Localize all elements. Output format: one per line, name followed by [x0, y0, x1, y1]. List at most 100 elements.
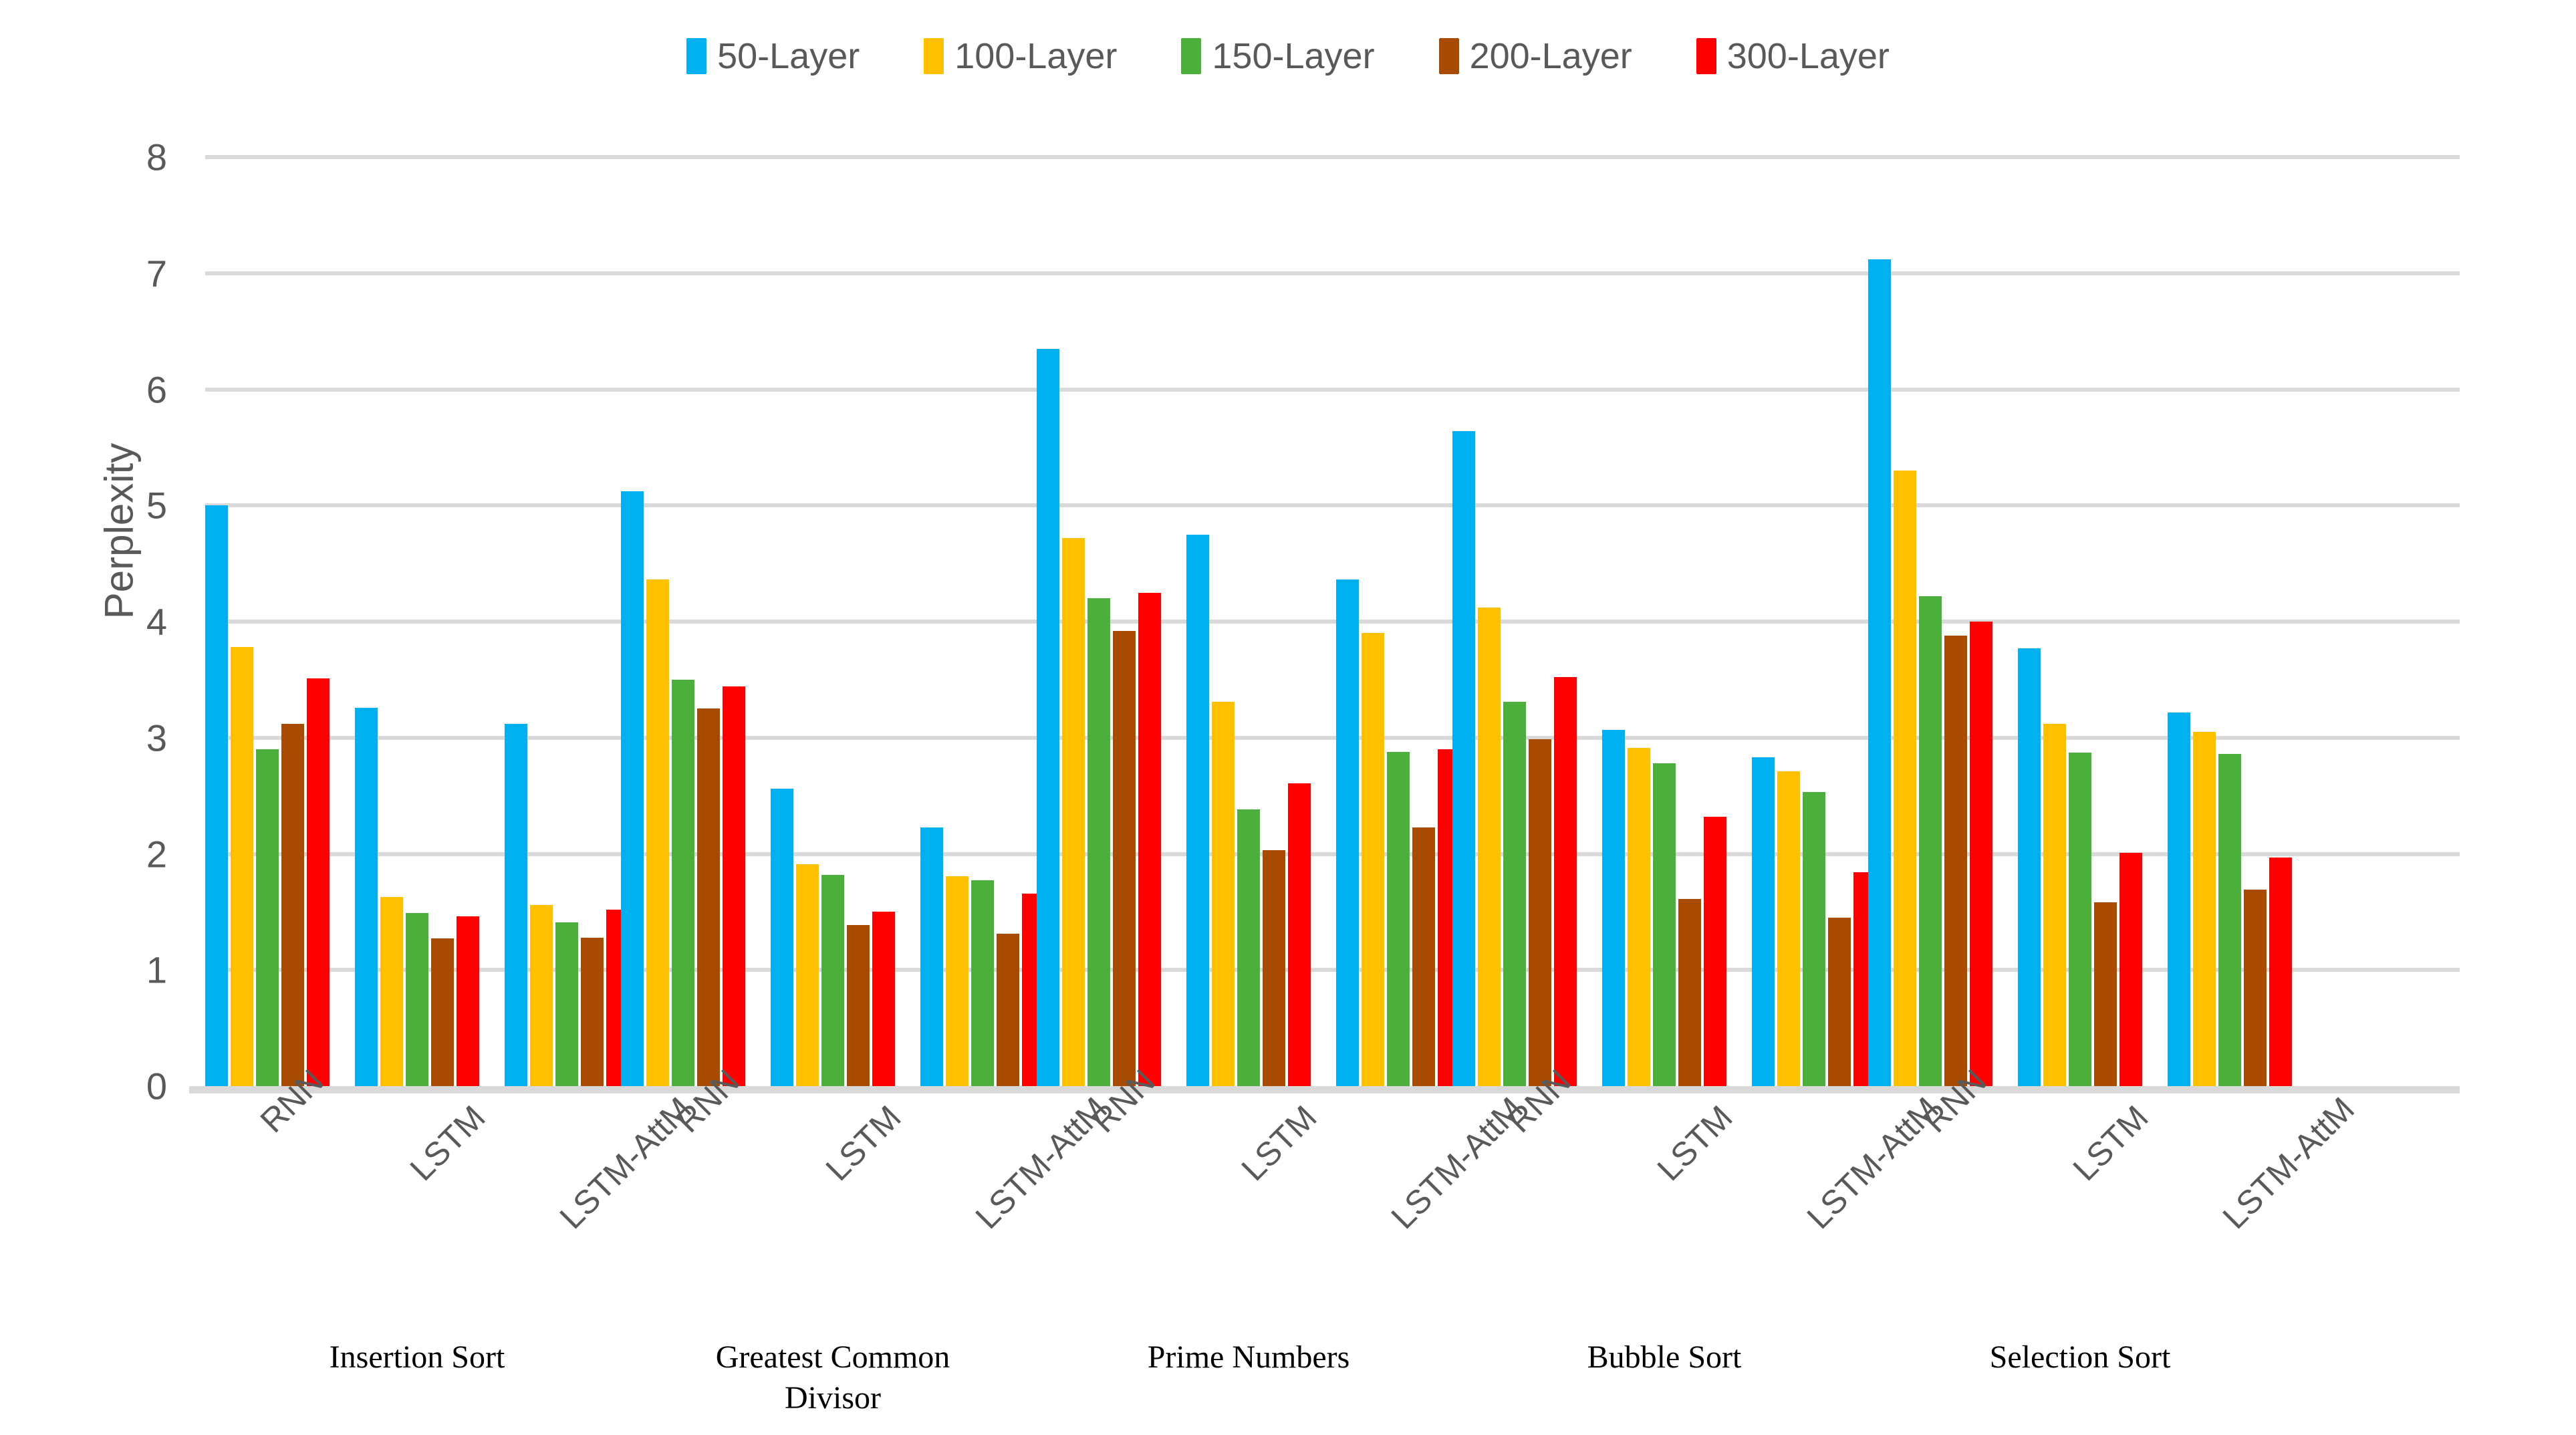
- bar[interactable]: [281, 723, 304, 1086]
- bar[interactable]: [2043, 723, 2066, 1086]
- bar[interactable]: [821, 874, 844, 1086]
- legend-swatch-icon: [1438, 38, 1459, 74]
- bar[interactable]: [1478, 608, 1501, 1086]
- bar[interactable]: [1970, 622, 1992, 1086]
- bar[interactable]: [2244, 890, 2267, 1086]
- bar[interactable]: [946, 876, 969, 1086]
- caption-line: Divisor: [785, 1380, 881, 1416]
- chart-legend: 50-Layer 100-Layer 150-Layer 200-Layer 300-L…: [0, 29, 2576, 83]
- bar[interactable]: [406, 913, 428, 1086]
- legend-label: 100-Layer: [954, 36, 1118, 76]
- bar[interactable]: [1602, 729, 1625, 1086]
- bar[interactable]: [872, 912, 895, 1086]
- bar[interactable]: [1336, 579, 1359, 1086]
- bar[interactable]: [1412, 827, 1435, 1086]
- bar[interactable]: [1037, 348, 1059, 1086]
- x-axis-model-label: LSTM: [818, 1098, 908, 1188]
- bar[interactable]: [646, 579, 669, 1086]
- bar[interactable]: [997, 934, 1019, 1086]
- legend-item[interactable]: 200-Layer: [1438, 38, 1632, 74]
- legend-item[interactable]: 150-Layer: [1181, 38, 1375, 74]
- bar[interactable]: [2119, 852, 2142, 1086]
- bar[interactable]: [1263, 850, 1285, 1086]
- bar[interactable]: [505, 723, 527, 1086]
- bar[interactable]: [1678, 899, 1701, 1086]
- x-axis-model-label: LSTM-AttM: [2215, 1089, 2362, 1236]
- bar[interactable]: [771, 789, 793, 1086]
- bar[interactable]: [621, 491, 644, 1086]
- legend-label: 300-Layer: [1726, 36, 1890, 76]
- bar[interactable]: [431, 938, 454, 1086]
- y-axis-tick-label: 3: [146, 716, 167, 759]
- caption-line: Bubble Sort: [1587, 1339, 1742, 1375]
- bar[interactable]: [457, 916, 479, 1086]
- bar[interactable]: [1503, 701, 1526, 1086]
- bar[interactable]: [1868, 259, 1891, 1086]
- bar[interactable]: [256, 749, 279, 1086]
- bar[interactable]: [1628, 748, 1650, 1086]
- bar[interactable]: [355, 707, 378, 1086]
- bar[interactable]: [2094, 902, 2117, 1086]
- legend-item[interactable]: 100-Layer: [924, 38, 1117, 74]
- x-axis-model-label: LSTM: [402, 1098, 493, 1188]
- x-axis-group-caption: Selection Sort: [1880, 1337, 2281, 1378]
- bar[interactable]: [1452, 431, 1475, 1086]
- y-axis-tick-label: 7: [146, 252, 167, 295]
- bar[interactable]: [1186, 534, 1209, 1086]
- bar[interactable]: [1828, 918, 1851, 1086]
- bar[interactable]: [581, 937, 604, 1086]
- y-axis-tick-label: 0: [146, 1065, 167, 1107]
- bar[interactable]: [971, 880, 994, 1086]
- x-axis-model-label: LSTM: [1234, 1098, 1324, 1188]
- bar[interactable]: [1138, 592, 1161, 1086]
- bar[interactable]: [205, 505, 228, 1086]
- bar[interactable]: [2193, 732, 2216, 1086]
- bar[interactable]: [231, 647, 253, 1086]
- bar[interactable]: [1529, 739, 1551, 1086]
- bar[interactable]: [672, 679, 694, 1086]
- x-axis-baseline: [189, 1086, 2460, 1093]
- bar[interactable]: [2069, 753, 2091, 1086]
- bar[interactable]: [1237, 809, 1260, 1086]
- bar[interactable]: [1062, 537, 1085, 1086]
- bar[interactable]: [555, 922, 578, 1086]
- bar[interactable]: [796, 864, 819, 1086]
- legend-item[interactable]: 300-Layer: [1696, 38, 1890, 74]
- bar[interactable]: [1653, 763, 1676, 1086]
- bar[interactable]: [847, 924, 870, 1086]
- x-axis-group-caption: Bubble Sort: [1464, 1337, 1865, 1378]
- bar[interactable]: [380, 896, 403, 1086]
- bar[interactable]: [2168, 712, 2190, 1086]
- bar[interactable]: [530, 904, 553, 1086]
- bar[interactable]: [920, 827, 943, 1086]
- y-axis-tick-label: 4: [146, 600, 167, 643]
- bar[interactable]: [1752, 757, 1775, 1086]
- bar[interactable]: [1087, 598, 1110, 1086]
- bar[interactable]: [1919, 596, 1942, 1086]
- bar[interactable]: [723, 686, 745, 1086]
- bar[interactable]: [1212, 701, 1235, 1086]
- bar[interactable]: [2269, 857, 2292, 1086]
- plot-area: [189, 155, 2460, 1093]
- y-axis-tick-label: 2: [146, 833, 167, 875]
- bar[interactable]: [1704, 816, 1726, 1086]
- caption-line: Selection Sort: [1989, 1339, 2171, 1375]
- legend-item[interactable]: 50-Layer: [686, 38, 860, 74]
- bar[interactable]: [1288, 783, 1311, 1086]
- bar[interactable]: [1944, 635, 1967, 1086]
- bar[interactable]: [2018, 648, 2041, 1086]
- bar[interactable]: [1894, 471, 1916, 1086]
- bar[interactable]: [1113, 630, 1136, 1086]
- caption-line: Prime Numbers: [1147, 1339, 1350, 1375]
- bar[interactable]: [2218, 754, 2241, 1086]
- bar[interactable]: [697, 708, 720, 1086]
- bar[interactable]: [1387, 751, 1410, 1086]
- bar[interactable]: [1554, 677, 1577, 1086]
- y-axis-tick-label: 5: [146, 484, 167, 527]
- bar[interactable]: [1803, 792, 1825, 1086]
- gridline: [205, 620, 2460, 624]
- bar[interactable]: [1362, 633, 1384, 1086]
- bar[interactable]: [1777, 771, 1800, 1086]
- bar[interactable]: [307, 678, 330, 1086]
- x-axis-group-caption: Insertion Sort: [217, 1337, 618, 1378]
